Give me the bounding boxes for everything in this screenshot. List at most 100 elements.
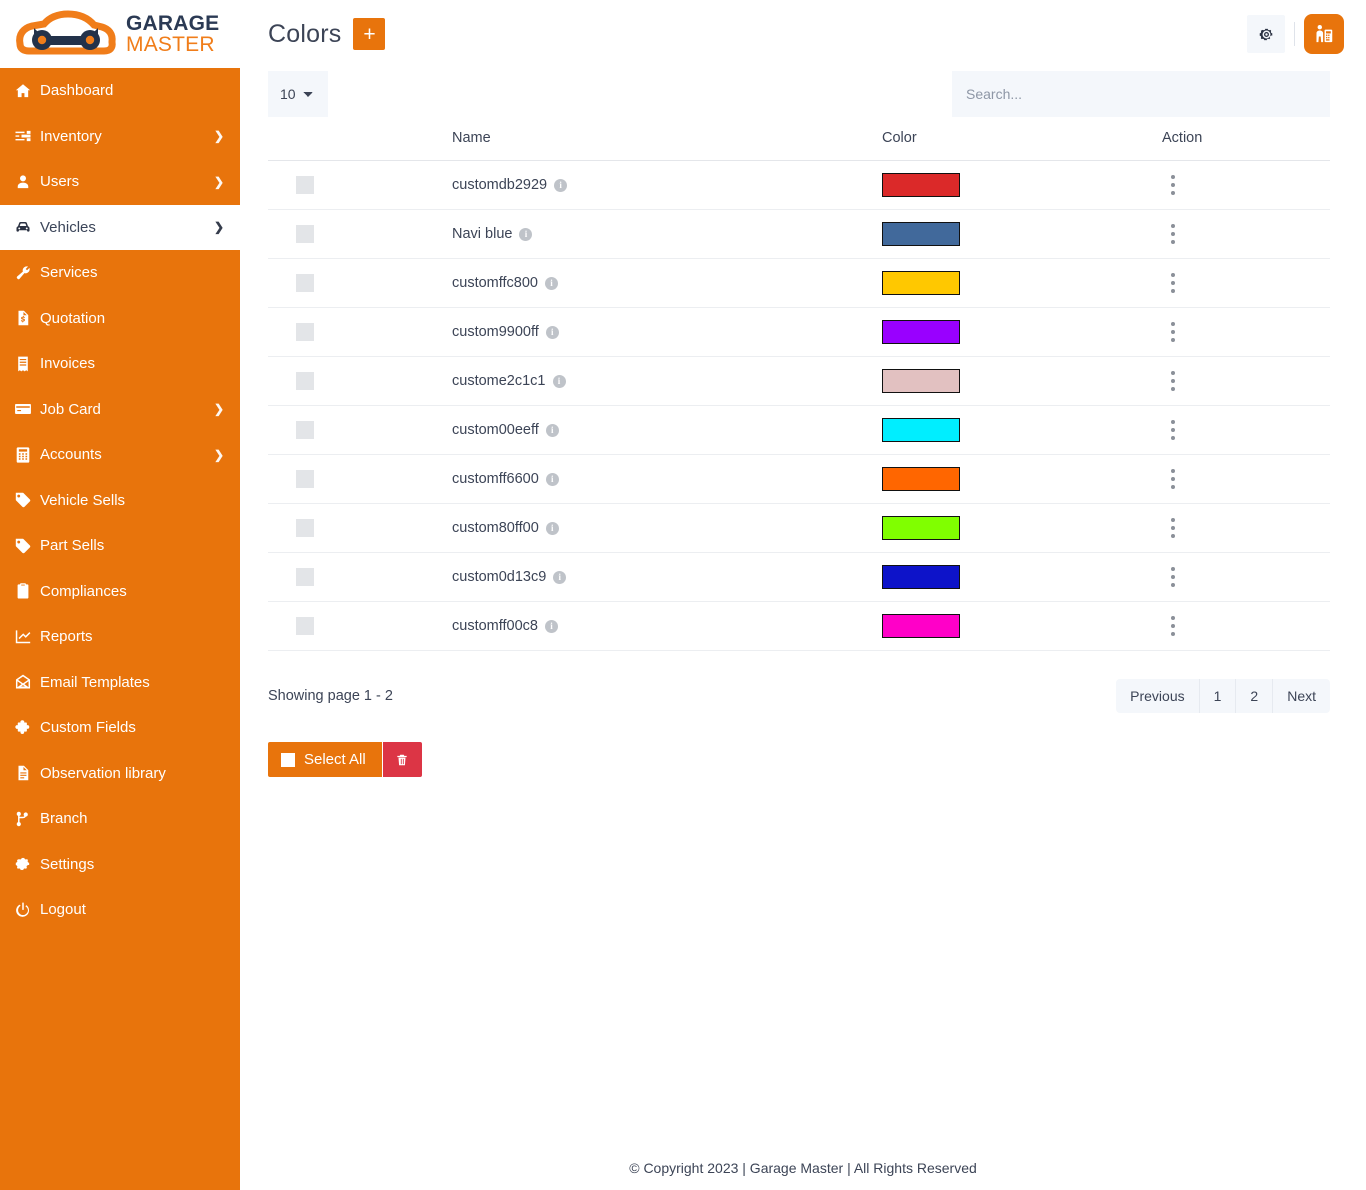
user-tie-icon [1313, 23, 1335, 45]
info-icon[interactable]: i [546, 326, 559, 339]
sidebar-item-logout[interactable]: Logout [0, 887, 240, 933]
row-checkbox[interactable] [296, 176, 314, 194]
row-action-cell [1162, 553, 1330, 602]
info-icon[interactable]: i [546, 473, 559, 486]
row-actions-menu-button[interactable] [1162, 175, 1184, 195]
pagination-previous-button[interactable]: Previous [1116, 679, 1199, 713]
sidebar-item-label: Email Templates [40, 674, 224, 691]
info-icon[interactable]: i [546, 424, 559, 437]
search-input[interactable] [952, 71, 1330, 117]
table-head: Name Color Action [268, 130, 1330, 161]
sidebar-item-invoices[interactable]: Invoices [0, 341, 240, 387]
sidebar-item-accounts[interactable]: Accounts❯ [0, 432, 240, 478]
puzzle-icon [14, 719, 40, 737]
row-select-cell [268, 308, 452, 357]
sidebar-item-vehicles[interactable]: Vehicles❯ [0, 205, 240, 251]
page-footer: © Copyright 2023 | Garage Master | All R… [240, 1146, 1366, 1190]
power-icon [14, 901, 32, 919]
row-actions-menu-button[interactable] [1162, 469, 1184, 489]
row-select-cell [268, 406, 452, 455]
row-checkbox[interactable] [296, 274, 314, 292]
car-icon [14, 218, 32, 236]
sidebar-item-observation-library[interactable]: Observation library [0, 751, 240, 797]
sidebar-nav: DashboardInventory❯Users❯Vehicles❯Servic… [0, 68, 240, 933]
sidebar-item-label: Job Card [40, 401, 214, 418]
pagination: Previous12Next [1116, 679, 1330, 713]
row-checkbox[interactable] [296, 519, 314, 537]
sidebar-item-custom-fields[interactable]: Custom Fields [0, 705, 240, 751]
sidebar-item-settings[interactable]: Settings [0, 842, 240, 888]
row-name-cell: customdb2929i [452, 161, 882, 210]
calculator-icon [14, 446, 32, 464]
sidebar-item-compliances[interactable]: Compliances [0, 569, 240, 615]
pagination-next-button[interactable]: Next [1273, 679, 1330, 713]
row-actions-menu-button[interactable] [1162, 518, 1184, 538]
sidebar-item-dashboard[interactable]: Dashboard [0, 68, 240, 114]
user-icon [14, 173, 40, 191]
info-icon[interactable]: i [545, 620, 558, 633]
row-select-cell [268, 161, 452, 210]
info-icon[interactable]: i [545, 277, 558, 290]
row-checkbox[interactable] [296, 225, 314, 243]
sidebar-item-reports[interactable]: Reports [0, 614, 240, 660]
receipt-icon [14, 355, 40, 373]
info-icon[interactable]: i [546, 522, 559, 535]
row-checkbox[interactable] [296, 617, 314, 635]
row-action-cell [1162, 602, 1330, 651]
sidebar-item-branch[interactable]: Branch [0, 796, 240, 842]
select-all-button[interactable]: Select All [268, 742, 382, 777]
color-swatch [882, 418, 960, 442]
sidebar-item-part-sells[interactable]: Part Sells [0, 523, 240, 569]
sliders-icon [14, 127, 40, 145]
row-actions-menu-button[interactable] [1162, 616, 1184, 636]
row-actions-menu-button[interactable] [1162, 420, 1184, 440]
row-actions-menu-button[interactable] [1162, 224, 1184, 244]
brand-logo[interactable]: GARAGE MASTER [0, 0, 240, 68]
row-actions-menu-button[interactable] [1162, 273, 1184, 293]
row-select-cell [268, 455, 452, 504]
sidebar-item-vehicle-sells[interactable]: Vehicle Sells [0, 478, 240, 524]
row-checkbox[interactable] [296, 421, 314, 439]
gear-icon [1258, 26, 1275, 43]
sidebar-item-inventory[interactable]: Inventory❯ [0, 114, 240, 160]
sidebar-item-quotation[interactable]: Quotation [0, 296, 240, 342]
sidebar-item-label: Reports [40, 628, 224, 645]
table-row: custom0d13c9i [268, 553, 1330, 602]
bulk-delete-button[interactable] [383, 742, 422, 777]
info-icon[interactable]: i [553, 571, 566, 584]
row-checkbox[interactable] [296, 323, 314, 341]
color-name: Navi blue [452, 226, 512, 242]
page-title: Colors [268, 20, 341, 49]
table-row: custom00eeffi [268, 406, 1330, 455]
color-name: custom9900ff [452, 324, 539, 340]
info-icon[interactable]: i [554, 179, 567, 192]
color-swatch [882, 516, 960, 540]
page-content: 102550100 Name Color Action customdb2929… [240, 68, 1366, 777]
row-actions-menu-button[interactable] [1162, 371, 1184, 391]
row-checkbox[interactable] [296, 568, 314, 586]
info-icon[interactable]: i [519, 228, 532, 241]
pagination-page-1-button[interactable]: 1 [1200, 679, 1237, 713]
sidebar-item-label: Vehicle Sells [40, 492, 224, 509]
row-actions-menu-button[interactable] [1162, 567, 1184, 587]
table-row: custom9900ff i [268, 308, 1330, 357]
row-actions-menu-button[interactable] [1162, 322, 1184, 342]
row-action-cell [1162, 161, 1330, 210]
calculator-icon [14, 446, 40, 464]
row-checkbox[interactable] [296, 470, 314, 488]
settings-gear-button[interactable] [1247, 15, 1285, 53]
tag-icon [14, 491, 32, 509]
sidebar-item-email-templates[interactable]: Email Templates [0, 660, 240, 706]
add-color-button[interactable]: + [353, 18, 385, 50]
info-icon[interactable]: i [553, 375, 566, 388]
sidebar-item-users[interactable]: Users❯ [0, 159, 240, 205]
home-icon [14, 82, 40, 100]
row-name-cell: custom80ff00i [452, 504, 882, 553]
sidebar-item-job-card[interactable]: Job Card❯ [0, 387, 240, 433]
pagination-page-2-button[interactable]: 2 [1236, 679, 1273, 713]
profile-button[interactable] [1304, 14, 1344, 54]
sidebar-item-services[interactable]: Services [0, 250, 240, 296]
row-checkbox[interactable] [296, 372, 314, 390]
page-length-select[interactable]: 102550100 [268, 71, 328, 117]
row-color-cell [882, 357, 1162, 406]
